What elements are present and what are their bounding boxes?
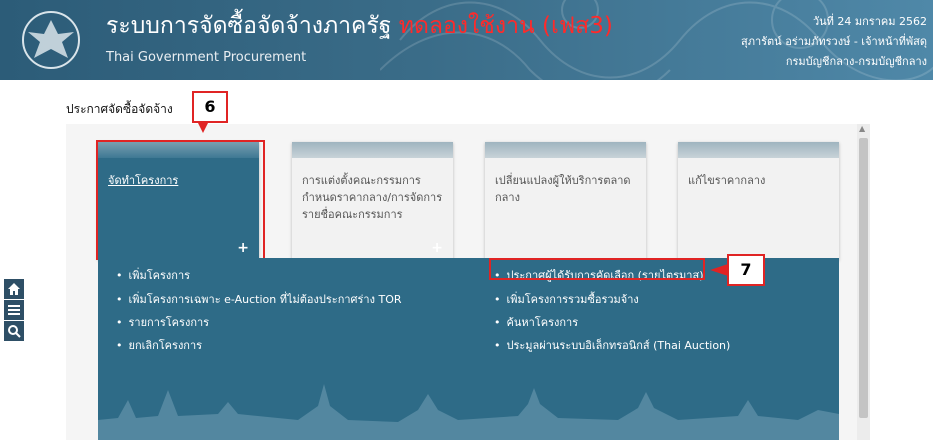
current-date: วันที่ 24 มกราคม 2562 — [812, 15, 927, 28]
card-header-strip — [292, 142, 453, 158]
highlight-box-step6 — [96, 140, 265, 260]
card-label[interactable]: แก้ไขราคากลาง — [688, 172, 836, 189]
home-icon[interactable] — [4, 279, 24, 299]
card-header-strip — [485, 142, 646, 158]
card-edit-price[interactable]: แก้ไขราคากลาง — [678, 142, 839, 260]
garuda-logo-icon — [22, 11, 80, 69]
card-committee[interactable]: การแต่งตั้งคณะกรรมการ กำหนดราคากลาง/การจ… — [292, 142, 453, 260]
card-header-strip — [678, 142, 839, 158]
city-skyline-decoration — [98, 384, 839, 440]
menu-add-joint-procurement[interactable]: เพิ่มโครงการรวมซื้อรวมจ้าง — [494, 290, 639, 308]
menu-add-project[interactable]: เพิ่มโครงการ — [116, 266, 191, 284]
trial-badge: ทดลองใช้งาน (เฟส3) — [398, 13, 613, 39]
callout-step-6: 6 — [192, 91, 228, 123]
menu-search-project[interactable]: ค้นหาโครงการ — [494, 313, 579, 331]
search-icon[interactable] — [4, 321, 24, 341]
plus-icon[interactable]: + — [431, 240, 443, 256]
site-title: ระบบการจัดซื้อจัดจ้างภาครัฐ ทดลองใช้งาน … — [106, 8, 613, 44]
user-department: กรมบัญชีกลาง-กรมบัญชีกลาง — [785, 55, 927, 68]
site-header: ระบบการจัดซื้อจัดจ้างภาครัฐ ทดลองใช้งาน … — [0, 0, 933, 80]
callout-6-pointer — [197, 121, 209, 133]
highlight-box-step7 — [489, 258, 705, 280]
callout-7-pointer — [710, 264, 728, 276]
site-title-text: ระบบการจัดซื้อจัดจ้างภาครัฐ — [106, 13, 392, 39]
site-title-english: Thai Government Procurement — [106, 50, 307, 65]
callout-step-7: 7 — [727, 254, 765, 286]
page-title: ประกาศจัดซื้อจัดจ้าง — [66, 102, 173, 116]
scrollbar-thumb[interactable] — [859, 138, 868, 418]
card-label[interactable]: เปลี่ยนแปลงผู้ให้บริการตลาดกลาง — [495, 172, 643, 206]
menu-project-list[interactable]: รายการโครงการ — [116, 313, 210, 331]
card-label[interactable]: การแต่งตั้งคณะกรรมการ กำหนดราคากลาง/การจ… — [302, 172, 450, 223]
menu-thai-auction[interactable]: ประมูลผ่านระบบอิเล็กทรอนิกส์ (Thai Aucti… — [494, 336, 731, 354]
menu-cancel-project[interactable]: ยกเลิกโครงการ — [116, 336, 203, 354]
scroll-up-arrow-icon[interactable]: ▲ — [859, 124, 865, 133]
menu-add-e-auction-project[interactable]: เพิ่มโครงการเฉพาะ e-Auction ที่ไม่ต้องปร… — [116, 290, 402, 308]
card-change-provider[interactable]: เปลี่ยนแปลงผู้ให้บริการตลาดกลาง — [485, 142, 646, 260]
user-name[interactable]: สุภารัตน์ อร่ามภัทรวงษ์ - เจ้าหน้าที่พัส… — [741, 32, 927, 50]
menu-icon[interactable] — [4, 300, 24, 320]
